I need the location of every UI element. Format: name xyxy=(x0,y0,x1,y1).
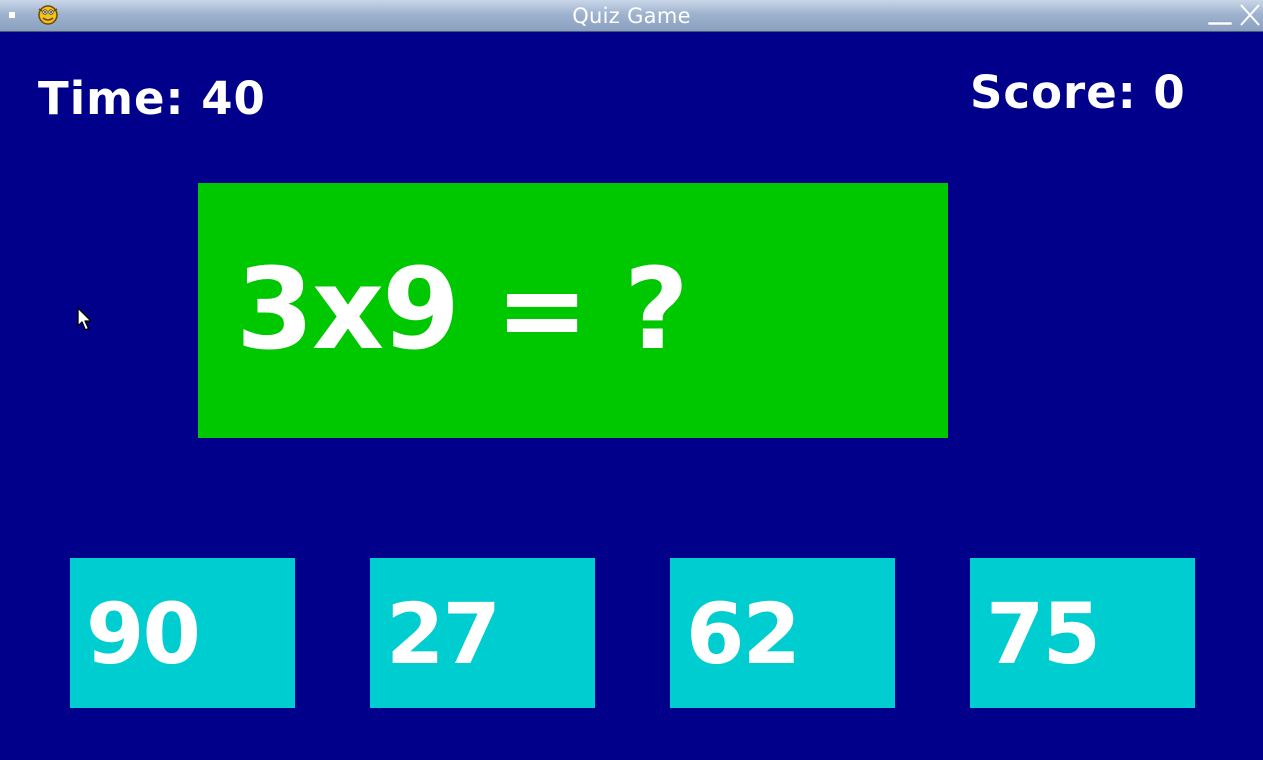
answer-label: 27 xyxy=(386,585,501,683)
close-icon[interactable] xyxy=(1238,2,1262,28)
question-text: 3x9 = ? xyxy=(236,245,689,375)
answer-button-4[interactable]: 75 xyxy=(970,558,1195,708)
mouse-pointer-icon xyxy=(77,307,92,331)
answer-button-2[interactable]: 27 xyxy=(370,558,595,708)
answer-label: 75 xyxy=(986,585,1101,683)
minimize-icon[interactable] xyxy=(1207,6,1233,28)
answer-label: 90 xyxy=(86,585,201,683)
answer-button-1[interactable]: 90 xyxy=(70,558,295,708)
answer-label: 62 xyxy=(686,585,801,683)
window-title: Quiz Game xyxy=(572,4,691,28)
answer-button-3[interactable]: 62 xyxy=(670,558,895,708)
question-panel: 3x9 = ? xyxy=(198,183,948,438)
time-display: Time: 40 xyxy=(38,72,266,125)
score-display: Score: 0 xyxy=(970,66,1186,119)
title-bar[interactable]: Quiz Game xyxy=(0,0,1263,32)
quiz-game-window: Quiz Game Time: 40 Score: 0 3x9 = ? 90 2… xyxy=(0,0,1263,760)
